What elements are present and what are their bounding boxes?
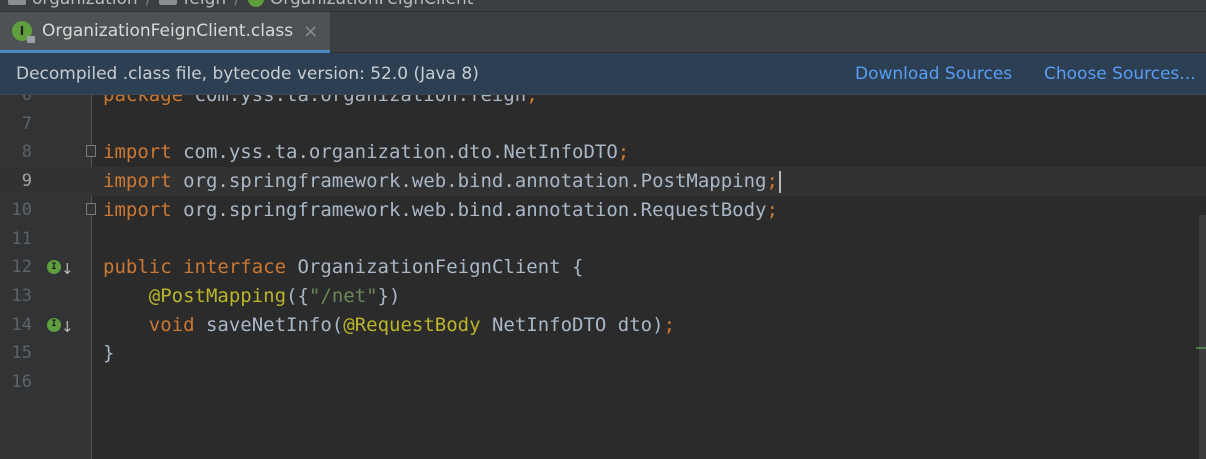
line-number: 13 xyxy=(11,285,32,306)
code-text: @PostMapping({"/net"}) xyxy=(148,284,401,307)
decompiled-banner: Decompiled .class file, bytecode version… xyxy=(0,53,1206,95)
fold-icon[interactable] xyxy=(86,145,96,158)
code-line[interactable]: 6 package com.yss.ta.organization.feign; xyxy=(0,95,1206,110)
interface-icon xyxy=(247,0,264,7)
code-editor[interactable]: 6 package com.yss.ta.organization.feign; 7… xyxy=(0,95,1206,459)
interface-icon: I xyxy=(12,21,35,43)
breadcrumb-item-class[interactable]: OrganizationFeignClient xyxy=(247,0,474,9)
choose-sources-link[interactable]: Choose Sources... xyxy=(1044,53,1196,95)
breadcrumb-item-feign[interactable]: feign xyxy=(159,0,226,9)
arrow-down-icon: ↓ xyxy=(61,260,74,279)
vertical-scrollbar[interactable] xyxy=(1199,215,1206,459)
arrow-down-icon: ↓ xyxy=(61,317,74,336)
line-number: 16 xyxy=(11,372,32,392)
lock-icon xyxy=(27,36,35,43)
code-text: import org.springframework.web.bind.anno… xyxy=(103,198,778,221)
code-text: void saveNetInfo(@RequestBody NetInfoDTO… xyxy=(148,313,676,336)
line-number: 15 xyxy=(11,343,32,364)
code-line[interactable]: 12 I ↓ public interface OrganizationFeignCl… xyxy=(0,253,1206,282)
code-line[interactable]: 8 import com.yss.ta.organization.dto.NetI… xyxy=(0,138,1206,167)
line-number: 10 xyxy=(11,199,32,220)
folder-icon xyxy=(159,0,178,5)
code-text: public interface OrganizationFeignClient… xyxy=(103,256,584,279)
implemented-icon[interactable]: I xyxy=(47,260,61,275)
line-number: 14 xyxy=(11,314,32,335)
line-number: 12 xyxy=(11,257,32,278)
breadcrumb-separator: / xyxy=(234,0,240,9)
breadcrumb-label: organization xyxy=(32,0,138,9)
code-line[interactable]: 16 xyxy=(0,368,1206,397)
code-line[interactable]: 11 xyxy=(0,225,1206,254)
close-icon[interactable]: × xyxy=(303,21,318,42)
code-line[interactable]: 9 import org.springframework.web.bind.ann… xyxy=(0,167,1206,196)
breadcrumb: organization / feign / OrganizationFeign… xyxy=(0,0,1206,12)
line-number: 11 xyxy=(11,228,32,249)
code-text: import com.yss.ta.organization.dto.NetIn… xyxy=(103,141,630,164)
breadcrumb-item-organization[interactable]: organization xyxy=(8,0,138,9)
tab-label: OrganizationFeignClient.class xyxy=(42,21,294,41)
editor-tab-bar: I OrganizationFeignClient.class × xyxy=(0,12,1206,53)
line-number: 7 xyxy=(21,113,32,134)
download-sources-link[interactable]: Download Sources xyxy=(855,53,1012,95)
change-marker xyxy=(1196,347,1206,349)
code-line[interactable]: 15} xyxy=(0,339,1206,368)
implemented-icon[interactable]: I xyxy=(47,317,61,332)
ide-window: organization / feign / OrganizationFeign… xyxy=(0,0,1206,459)
text-caret xyxy=(778,170,781,193)
line-number: 6 xyxy=(21,95,32,105)
interface-icon-letter: I xyxy=(19,24,25,38)
code-line[interactable]: 14 I ↓ void saveNetInfo(@RequestBody NetIn… xyxy=(0,311,1206,340)
code-text: import org.springframework.web.bind.anno… xyxy=(103,167,781,196)
banner-text: Decompiled .class file, bytecode version… xyxy=(16,63,479,84)
breadcrumb-label: OrganizationFeignClient xyxy=(270,0,474,9)
breadcrumb-label: feign xyxy=(183,0,226,9)
code-line[interactable]: 13 @PostMapping({"/net"}) xyxy=(0,282,1206,311)
line-number: 9 xyxy=(21,171,32,192)
tab-organization-feign-client[interactable]: I OrganizationFeignClient.class × xyxy=(0,12,330,53)
line-number: 8 xyxy=(21,142,32,163)
breadcrumb-separator: / xyxy=(146,0,152,9)
code-line[interactable]: 10 import org.springframework.web.bind.an… xyxy=(0,196,1206,225)
code-text: } xyxy=(103,342,115,365)
folder-icon xyxy=(8,0,26,5)
code-line[interactable]: 7 xyxy=(0,110,1206,139)
fold-icon[interactable] xyxy=(86,202,96,215)
code-text: package com.yss.ta.organization.feign; xyxy=(103,95,538,106)
